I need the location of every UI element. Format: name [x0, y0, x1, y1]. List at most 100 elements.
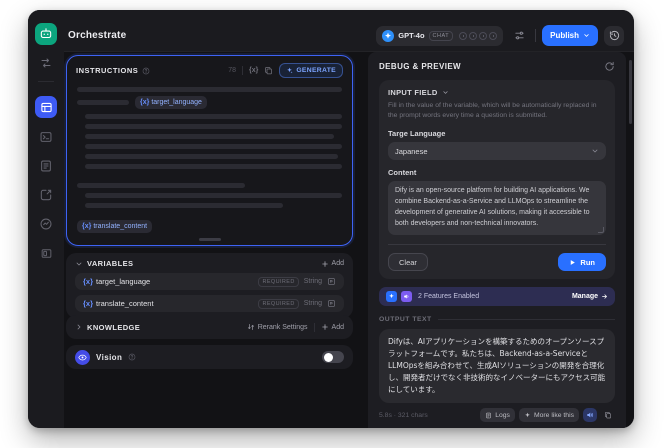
resize-handle[interactable]: [198, 238, 221, 241]
target-language-value: Japanese: [395, 146, 428, 156]
sidebar-item-monitoring[interactable]: [36, 214, 56, 234]
refresh-icon[interactable]: [604, 61, 615, 72]
sidebar-item-api[interactable]: [36, 127, 56, 147]
add-label: Add: [331, 260, 344, 267]
features-enabled-text: 2 Features Enabled: [418, 293, 480, 301]
variable-row-target-language[interactable]: {x} target_language REQUIRED String: [75, 273, 344, 290]
text-to-speech-button[interactable]: [583, 408, 597, 423]
prompt-editor[interactable]: {x} target_language {x} translate_conten…: [67, 82, 352, 245]
prompt-text-line: [85, 114, 342, 119]
divider: [241, 66, 243, 75]
input-field-title: INPUT FIELD: [388, 88, 438, 97]
debug-panel: DEBUG & PREVIEW INPUT FIELD Fill in the …: [368, 52, 626, 428]
terminal-icon: [40, 132, 52, 142]
instructions-title: INSTRUCTIONS: [76, 66, 139, 75]
variables-card: VARIABLES Add {x} target_language REQUIR…: [66, 253, 353, 318]
add-variable-button[interactable]: Add: [321, 260, 344, 268]
run-button[interactable]: Run: [558, 253, 606, 272]
variables-title: VARIABLES: [87, 259, 134, 268]
annotation-icon: [40, 189, 52, 201]
features-enabled-bar[interactable]: 2 Features Enabled Manage: [379, 287, 615, 307]
more-like-this-button[interactable]: More like this: [518, 408, 579, 423]
eye-icon: [78, 354, 87, 360]
prompt-text-line: [85, 124, 342, 129]
vision-icon: [75, 349, 90, 365]
variable-name: target_language: [96, 277, 151, 286]
logs-button[interactable]: Logs: [480, 408, 515, 423]
content-textarea[interactable]: Dify is an open-source platform for buil…: [388, 181, 606, 236]
logs-icon: [486, 412, 492, 419]
rerank-icon: [247, 324, 254, 330]
generate-label: GENERATE: [296, 67, 336, 74]
model-capability-icon: [459, 31, 468, 40]
help-icon: [128, 353, 136, 361]
sidebar-item-logs[interactable]: [36, 156, 56, 176]
collapse-sidebar-icon[interactable]: [36, 243, 56, 263]
generate-button[interactable]: GENERATE: [279, 63, 343, 78]
model-params-icon[interactable]: [509, 26, 529, 46]
rerank-label: Rerank Settings: [257, 323, 308, 331]
output-text: Difyは、AIアプリケーションを構築するためのオープンソースプラットフォームで…: [388, 337, 606, 395]
string-type-icon: [328, 278, 335, 285]
left-sidebar: [28, 10, 64, 428]
publish-label: Publish: [550, 31, 579, 40]
sparkle-icon: [287, 67, 293, 74]
app-logo[interactable]: [35, 23, 57, 45]
variable-pill-translate-content[interactable]: {x} translate_content: [77, 220, 153, 233]
prompt-text-line: [85, 144, 342, 149]
history-button[interactable]: [604, 25, 624, 46]
chevron-down-icon[interactable]: [75, 260, 83, 268]
prompt-text-line: [85, 203, 283, 208]
sidebar-item-annotations[interactable]: [36, 185, 56, 205]
top-bar: Orchestrate GPT-4o CHAT Publish: [28, 10, 634, 52]
swap-app-icon[interactable]: [36, 53, 56, 73]
variable-icon: {x}: [82, 223, 92, 230]
target-language-select[interactable]: Japanese: [388, 142, 606, 161]
variable-pill-target-language[interactable]: {x} target_language: [135, 96, 207, 109]
variable-icon: {x}: [83, 299, 94, 308]
prompt-text-line: [85, 164, 342, 169]
manage-features-link[interactable]: Manage: [572, 293, 608, 300]
chevron-down-icon: [442, 91, 448, 94]
output-text-title: OUTPUT TEXT: [379, 316, 432, 324]
insert-variable-icon[interactable]: {x}: [249, 67, 258, 74]
required-badge: REQUIRED: [258, 298, 299, 309]
sparkle-icon: [525, 412, 530, 418]
logs-label: Logs: [495, 411, 510, 419]
run-label: Run: [580, 257, 595, 267]
vision-toggle[interactable]: [322, 351, 344, 363]
toggle-knob: [324, 352, 333, 362]
scrollbar[interactable]: [629, 60, 632, 124]
input-field-header[interactable]: INPUT FIELD: [388, 88, 606, 97]
knowledge-card: KNOWLEDGE Rerank Settings Add: [66, 315, 353, 339]
play-icon: [571, 260, 576, 265]
more-like-this-label: More like this: [533, 411, 574, 419]
clear-button[interactable]: Clear: [388, 253, 428, 272]
help-icon: [142, 67, 150, 74]
chevron-right-icon[interactable]: [75, 323, 83, 331]
add-knowledge-button[interactable]: Add: [321, 323, 344, 331]
copy-icon: [605, 412, 611, 419]
model-selector[interactable]: GPT-4o CHAT: [376, 25, 504, 46]
copy-output-button[interactable]: [601, 408, 615, 422]
prompt-text-line: [77, 183, 245, 188]
plus-icon: [321, 324, 328, 330]
variable-row-translate-content[interactable]: {x} translate_content REQUIRED String: [75, 295, 344, 312]
variable-type: String: [303, 300, 322, 307]
copy-icon[interactable]: [264, 66, 273, 75]
vision-label: Vision: [96, 352, 123, 362]
variable-icon: {x}: [83, 277, 94, 286]
publish-button[interactable]: Publish: [542, 25, 598, 46]
speech-feature-icon: [401, 291, 412, 303]
rerank-settings-button[interactable]: Rerank Settings: [247, 323, 308, 331]
variable-type: String: [303, 278, 322, 285]
chevron-down-icon: [584, 34, 589, 37]
output-meta: 5.8s · 321 chars: [379, 411, 428, 419]
chevron-down-icon: [592, 149, 598, 153]
vision-card: Vision: [66, 345, 353, 369]
sidebar-item-orchestrate[interactable]: [35, 96, 57, 118]
divider: [313, 322, 315, 332]
manage-label: Manage: [571, 293, 598, 301]
required-badge: REQUIRED: [258, 276, 299, 287]
char-count: 78: [228, 67, 236, 74]
